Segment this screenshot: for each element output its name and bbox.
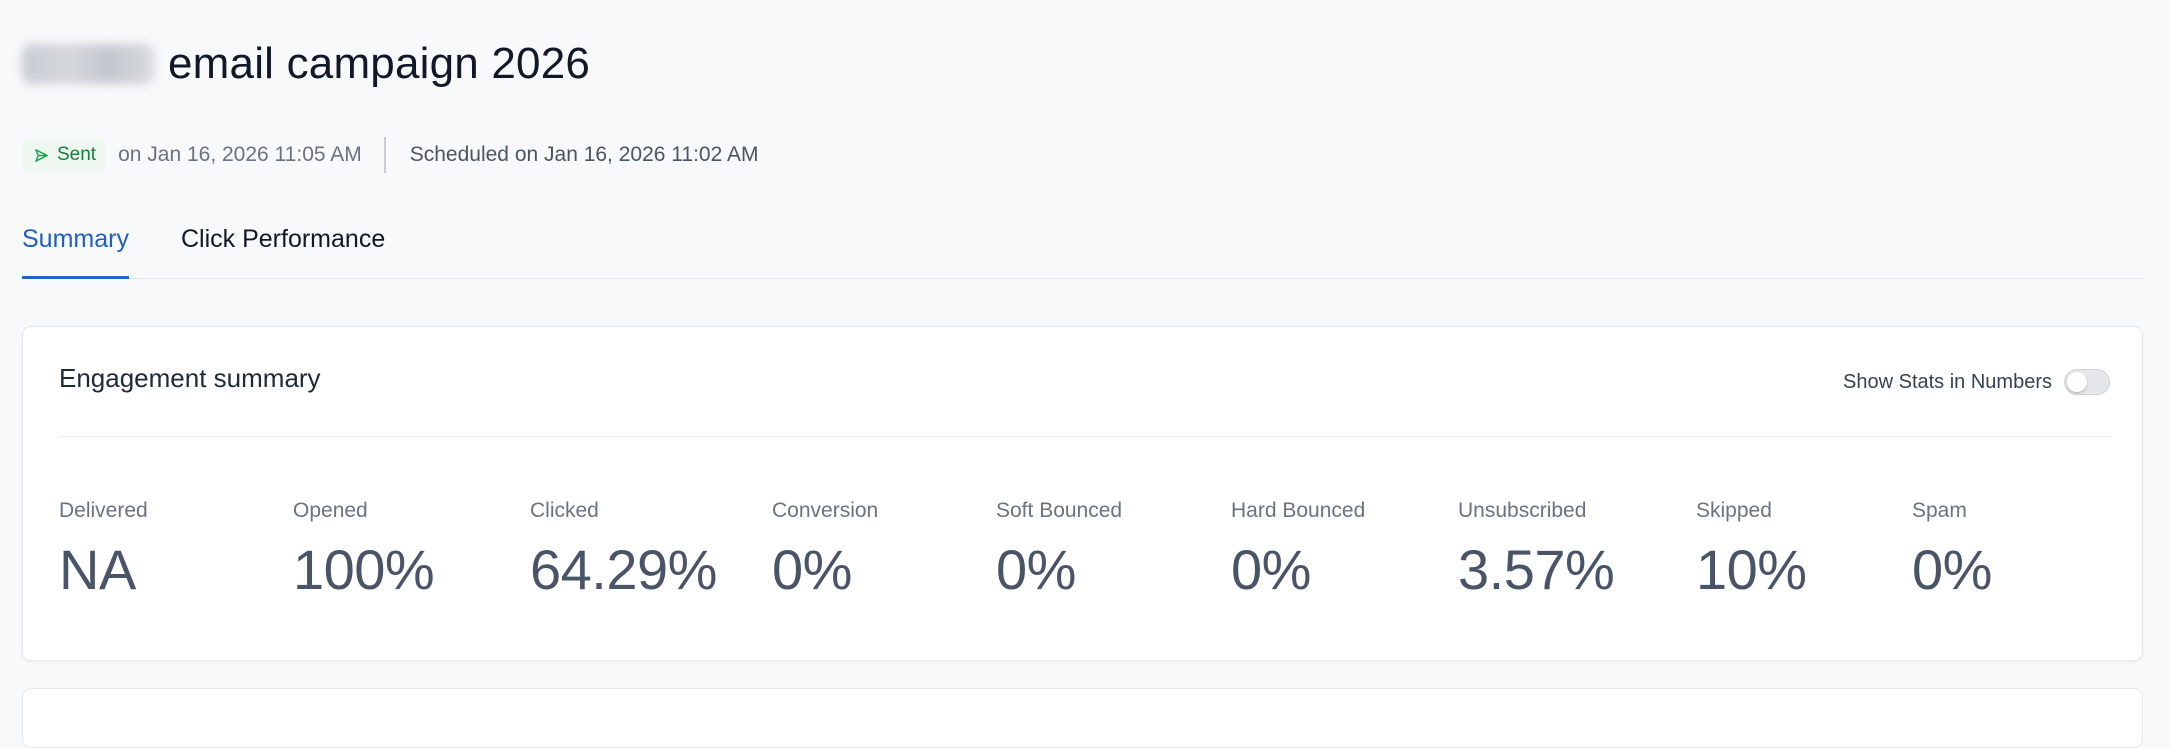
send-icon xyxy=(35,148,48,162)
campaign-page: email campaign 2026 Sent on Jan 16, 2026… xyxy=(22,0,2145,748)
title-row: email campaign 2026 xyxy=(22,32,590,96)
stat-value: NA xyxy=(59,538,136,601)
tab-click-performance[interactable]: Click Performance xyxy=(181,214,385,276)
status-badge: Sent xyxy=(22,139,107,171)
stat-label: Unsubscribed xyxy=(1458,499,1587,522)
show-stats-toggle-control[interactable]: Show Stats in Numbers xyxy=(1843,366,2110,398)
stat-value: 0% xyxy=(1231,538,1311,601)
stat-value: 0% xyxy=(772,538,852,601)
sent-timestamp: on Jan 16, 2026 11:05 AM xyxy=(118,143,362,166)
status-badge-label: Sent xyxy=(57,144,97,165)
stat-soft-bounced: Soft Bounced 0% xyxy=(996,499,1122,602)
stat-value: 0% xyxy=(1912,538,1992,601)
stat-hard-bounced: Hard Bounced 0% xyxy=(1231,499,1365,602)
stat-label: Skipped xyxy=(1696,499,1772,522)
stat-value: 10% xyxy=(1696,538,1807,601)
stat-conversion: Conversion 0% xyxy=(772,499,878,602)
stat-label: Delivered xyxy=(59,499,148,522)
toggle-label: Show Stats in Numbers xyxy=(1843,370,2052,393)
stat-opened: Opened 100% xyxy=(293,499,435,602)
toggle-knob xyxy=(2067,372,2087,392)
stat-label: Conversion xyxy=(772,499,879,522)
stat-label: Soft Bounced xyxy=(996,499,1123,522)
stat-spam: Spam 0% xyxy=(1912,499,1992,602)
tab-summary[interactable]: Summary xyxy=(22,214,129,279)
stat-value: 64.29% xyxy=(530,538,717,601)
stat-value: 3.57% xyxy=(1458,538,1615,601)
status-row: Sent on Jan 16, 2026 11:05 AM Scheduled … xyxy=(22,135,758,175)
stat-label: Clicked xyxy=(530,499,599,522)
card-title: Engagement summary xyxy=(59,363,321,393)
tab-bar: Summary Click Performance xyxy=(22,214,2145,279)
stat-clicked: Clicked 64.29% xyxy=(530,499,717,602)
stat-value: 100% xyxy=(293,538,435,601)
show-stats-toggle[interactable] xyxy=(2064,369,2110,395)
stat-label: Hard Bounced xyxy=(1231,499,1366,522)
scheduled-timestamp: Scheduled on Jan 16, 2026 11:02 AM xyxy=(409,143,759,166)
card-divider xyxy=(59,436,2110,437)
stat-value: 0% xyxy=(996,538,1076,601)
page-title: email campaign 2026 xyxy=(168,39,591,88)
meta-divider xyxy=(383,137,386,173)
stat-delivered: Delivered NA xyxy=(59,499,148,602)
next-card xyxy=(22,688,2143,748)
redacted-name xyxy=(22,44,154,84)
stat-unsubscribed: Unsubscribed 3.57% xyxy=(1458,499,1615,602)
stat-label: Spam xyxy=(1912,499,1967,522)
stat-skipped: Skipped 10% xyxy=(1696,499,1807,602)
engagement-summary-card: Engagement summary Show Stats in Numbers… xyxy=(22,326,2143,661)
stat-label: Opened xyxy=(293,499,368,522)
